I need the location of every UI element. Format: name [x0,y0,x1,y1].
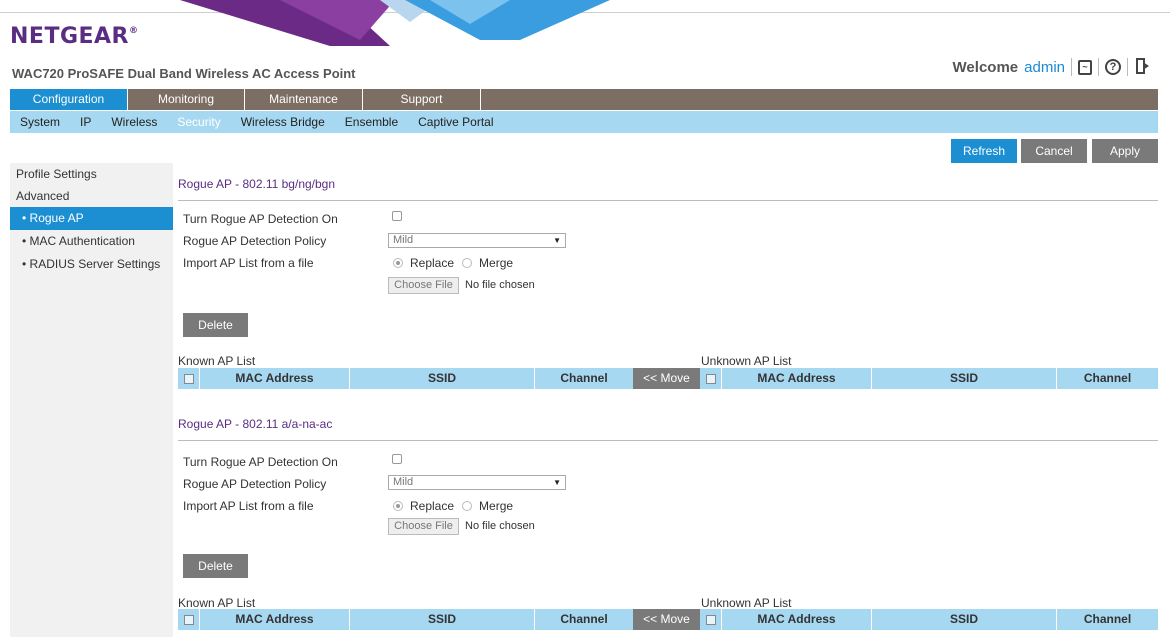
replace-label: Replace [410,499,455,513]
known-ap-header: MAC Address SSID Channel [178,368,633,389]
col-ssid: SSID [350,368,535,389]
detection-checkbox[interactable] [392,211,402,221]
col-ssid: SSID [350,609,535,630]
col-ssid: SSID [872,609,1057,630]
col-channel: Channel [560,371,608,385]
col-ssid: SSID [872,368,1057,389]
welcome-label: Welcome [952,58,1019,76]
replace-radio[interactable] [393,258,403,268]
move-button[interactable]: << Move [633,609,700,630]
subtab-ensemble[interactable]: Ensemble [335,115,408,129]
sidebar: Profile Settings Advanced • Rogue AP • M… [10,163,173,637]
subtab-security[interactable]: Security [167,115,230,129]
sidebar-item-rogue-ap[interactable]: • Rogue AP [10,207,173,230]
policy-select[interactable]: Mild ▼ [388,233,566,248]
unknown-select-all-checkbox[interactable] [700,609,722,630]
divider [1071,58,1072,76]
divider [1098,58,1099,76]
col-channel: Channel [1083,371,1132,385]
refresh-button[interactable]: Refresh [951,139,1017,163]
sidebar-item-radius-server-settings[interactable]: • RADIUS Server Settings [10,253,173,276]
subtab-wireless-bridge[interactable]: Wireless Bridge [231,115,335,129]
tab-monitoring[interactable]: Monitoring [128,89,245,110]
netgear-logo: NETGEAR® [10,24,139,49]
col-mac-address: MAC Address [722,609,872,630]
known-select-all-checkbox[interactable] [178,609,200,630]
username-link[interactable]: admin [1024,59,1065,76]
delete-button[interactable]: Delete [183,313,248,337]
unknown-ap-header: MAC Address SSID Channel [700,609,1158,630]
unknown-ap-header: MAC Address SSID Channel [700,368,1158,389]
known-ap-list-label: Known AP List [178,354,256,368]
import-label: Import AP List from a file [183,256,314,270]
known-select-all-checkbox[interactable] [178,368,200,389]
import-mode-radios: Replace Merge [393,499,513,513]
section-title-ac: Rogue AP - 802.11 a/a-na-ac [178,417,333,431]
col-mac-address: MAC Address [722,368,872,389]
move-button[interactable]: << Move [633,368,700,389]
section-divider [178,440,1158,441]
ap-list-table: MAC Address SSID Channel << Move MAC Add… [178,368,1158,389]
policy-label: Rogue AP Detection Policy [183,477,327,491]
help-icon[interactable]: ? [1105,59,1121,75]
choose-file-button[interactable]: Choose File [388,277,459,294]
ap-list-table: MAC Address SSID Channel << Move MAC Add… [178,609,1158,630]
unknown-ap-list-label: Unknown AP List [701,354,792,368]
known-ap-header: MAC Address SSID Channel [178,609,633,630]
sub-nav: System IP Wireless Security Wireless Bri… [10,111,1158,133]
replace-radio[interactable] [393,501,403,511]
sidebar-profile-settings[interactable]: Profile Settings [10,163,173,185]
replace-label: Replace [410,256,455,270]
merge-label: Merge [479,256,514,270]
merge-radio[interactable] [462,258,473,268]
merge-label: Merge [479,499,514,513]
col-mac-address: MAC Address [200,609,350,630]
detection-label: Turn Rogue AP Detection On [183,455,338,469]
known-ap-list-label: Known AP List [178,596,256,610]
merge-radio[interactable] [462,501,473,511]
choose-file-button[interactable]: Choose File [388,518,459,535]
detection-label: Turn Rogue AP Detection On [183,212,338,226]
subtab-wireless[interactable]: Wireless [101,115,167,129]
no-file-text: No file chosen [465,279,535,291]
sidebar-item-mac-authentication[interactable]: • MAC Authentication [10,230,173,253]
policy-label: Rogue AP Detection Policy [183,234,327,248]
apply-button[interactable]: Apply [1092,139,1158,163]
cancel-button[interactable]: Cancel [1021,139,1087,163]
delete-button[interactable]: Delete [183,554,248,578]
subtab-system[interactable]: System [10,115,70,129]
detection-checkbox[interactable] [392,454,402,464]
chevron-down-icon: ▼ [553,478,561,487]
header-banner-graphic [180,0,610,46]
logout-icon[interactable] [1134,58,1152,76]
main-nav: Configuration Monitoring Maintenance Sup… [10,89,1158,110]
col-channel: Channel [560,612,608,626]
import-mode-radios: Replace Merge [393,256,513,270]
product-title: WAC720 ProSAFE Dual Band Wireless AC Acc… [12,66,356,81]
unknown-ap-list-label: Unknown AP List [701,596,792,610]
welcome-area: Welcome admin ~ ? [953,58,1152,76]
no-file-text: No file chosen [465,520,535,532]
col-channel: Channel [1083,612,1132,626]
section-title-bgn: Rogue AP - 802.11 bg/ng/bgn [178,177,336,191]
divider [1127,58,1128,76]
chevron-down-icon: ▼ [553,236,561,245]
subtab-ip[interactable]: IP [70,115,101,129]
import-label: Import AP List from a file [183,499,314,513]
section-divider [178,200,1158,201]
logfile-icon[interactable]: ~ [1078,59,1092,75]
sidebar-advanced[interactable]: Advanced [10,185,173,207]
col-mac-address: MAC Address [200,368,350,389]
policy-select[interactable]: Mild ▼ [388,475,566,490]
subtab-captive-portal[interactable]: Captive Portal [408,115,503,129]
unknown-select-all-checkbox[interactable] [700,368,722,389]
tab-maintenance[interactable]: Maintenance [245,89,363,110]
tab-configuration[interactable]: Configuration [10,89,128,110]
tab-support[interactable]: Support [363,89,481,110]
